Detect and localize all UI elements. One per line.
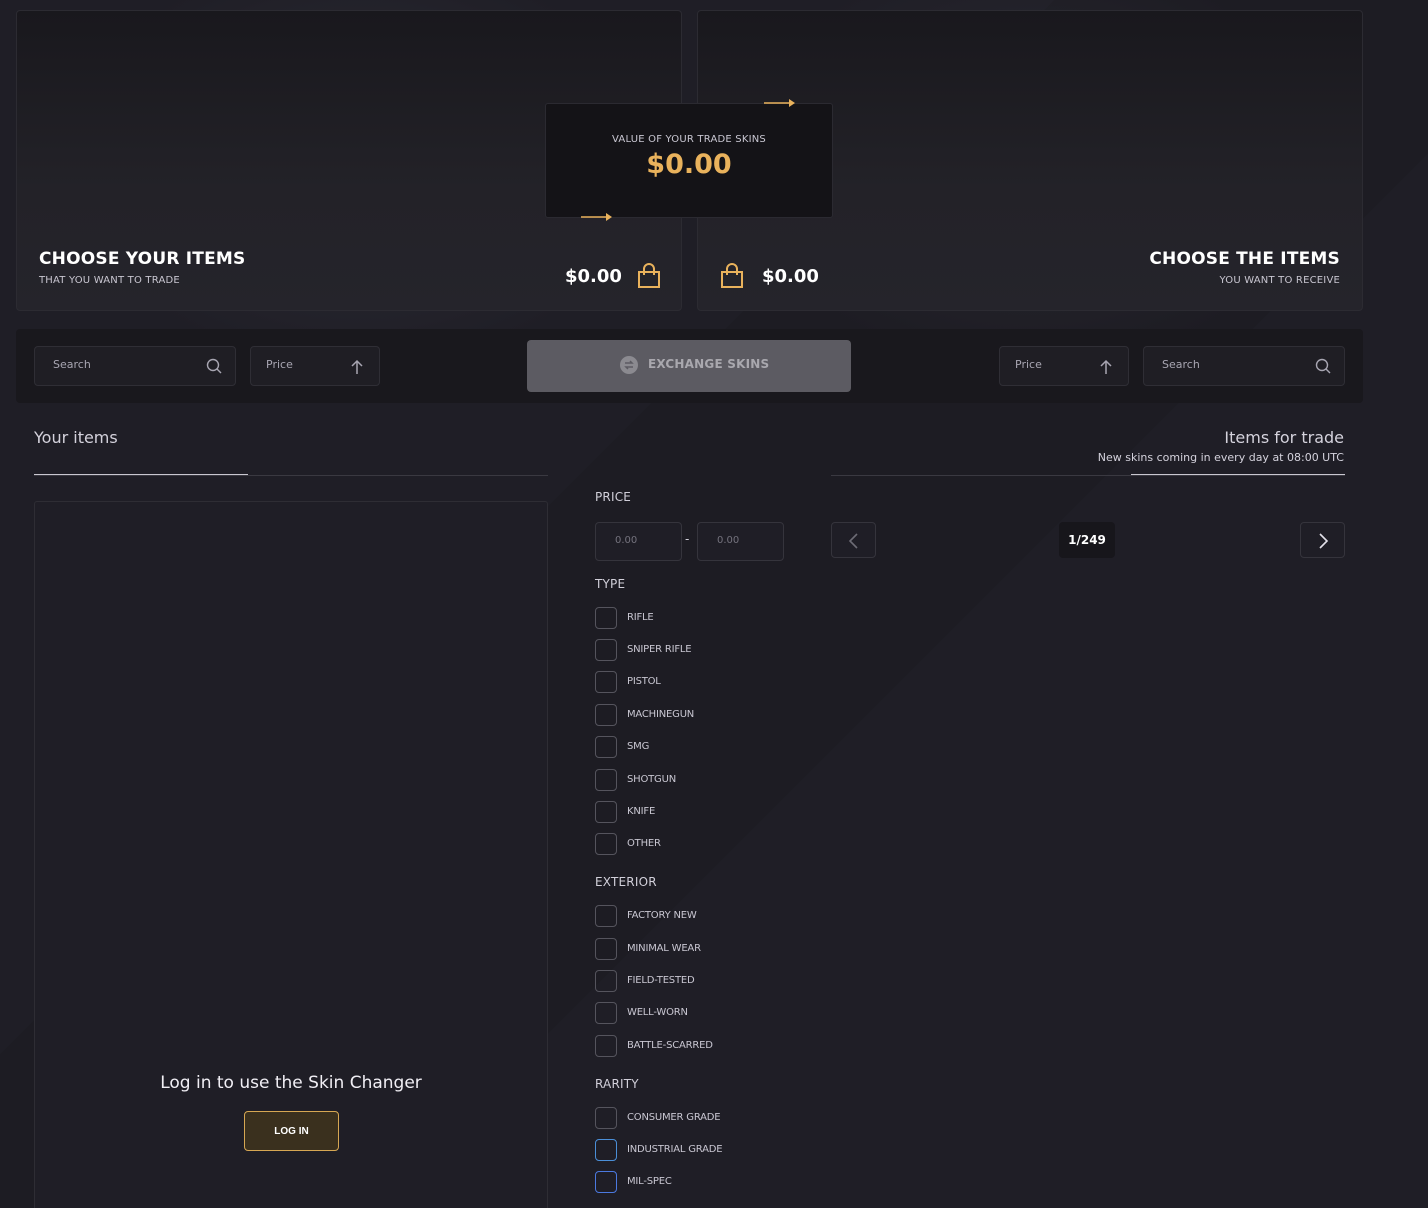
checkbox[interactable]	[595, 1139, 617, 1161]
items-for-trade-title: Items for trade	[1224, 428, 1344, 447]
rarity-filter-heading: RARITY	[595, 1077, 639, 1091]
right-price-label: Price	[1015, 358, 1042, 371]
exterior-option-label: BATTLE-SCARRED	[627, 1040, 713, 1051]
right-search-input[interactable]: Search	[1143, 346, 1345, 386]
your-items-title: Your items	[34, 428, 118, 447]
search-icon	[1315, 358, 1331, 374]
exterior-option-label: FACTORY NEW	[627, 910, 697, 921]
right-price-sort[interactable]: Price	[999, 346, 1129, 386]
left-price-label: Price	[266, 358, 293, 371]
panel-right-subtitle: YOU WANT TO RECEIVE	[1219, 275, 1340, 286]
trade-value-box: VALUE OF YOUR TRADE SKINS $0.00	[545, 103, 833, 218]
toolbar: Search Price EXCHANGE SKINS Price Search	[16, 329, 1363, 403]
price-min-placeholder: 0.00	[615, 535, 638, 546]
trade-value-label: VALUE OF YOUR TRADE SKINS	[612, 134, 766, 145]
search-icon	[206, 358, 222, 374]
price-separator: -	[685, 532, 690, 546]
panel-left-subtitle: THAT YOU WANT TO TRADE	[39, 275, 180, 286]
checkbox[interactable]	[595, 1107, 617, 1129]
checkbox[interactable]	[595, 970, 617, 992]
exchange-skins-label: EXCHANGE SKINS	[648, 357, 770, 371]
left-search-input[interactable]: Search	[34, 346, 236, 386]
arrow-up-icon	[1100, 359, 1112, 374]
type-option-label: SHOTGUN	[627, 774, 676, 785]
checkbox[interactable]	[595, 1171, 617, 1193]
exchange-icon	[620, 356, 638, 374]
type-option-label: SMG	[627, 741, 650, 752]
your-items-divider	[34, 475, 548, 476]
left-price-sort[interactable]: Price	[250, 346, 380, 386]
arrow-right-icon	[581, 213, 612, 221]
arrow-right-icon	[764, 99, 795, 107]
page-indicator: 1/249	[1059, 522, 1115, 558]
type-option-label: SNIPER RIFLE	[627, 644, 692, 655]
checkbox[interactable]	[595, 769, 617, 791]
checkbox[interactable]	[595, 801, 617, 823]
your-items-tab-indicator	[34, 474, 248, 475]
type-option-label: RIFLE	[627, 612, 654, 623]
panel-right-title: CHOOSE THE ITEMS	[1149, 249, 1340, 269]
rarity-option-label: CONSUMER GRADE	[627, 1112, 721, 1123]
items-for-trade-note: New skins coming in every day at 08:00 U…	[1097, 451, 1344, 464]
panel-right-amount: $0.00	[762, 266, 819, 287]
items-for-trade-tab-indicator	[1131, 474, 1345, 475]
price-filter-heading: PRICE	[595, 490, 632, 504]
checkbox[interactable]	[595, 736, 617, 758]
shopping-bag-icon	[721, 263, 743, 288]
exchange-skins-button[interactable]: EXCHANGE SKINS	[527, 340, 851, 392]
price-max-placeholder: 0.00	[717, 535, 740, 546]
checkbox[interactable]	[595, 938, 617, 960]
checkbox[interactable]	[595, 607, 617, 629]
inventory-box: Log in to use the Skin Changer LOG IN	[34, 501, 548, 1208]
rarity-option-label: INDUSTRIAL GRADE	[627, 1144, 723, 1155]
right-search-placeholder: Search	[1162, 358, 1200, 371]
prev-page-button[interactable]	[831, 522, 876, 558]
type-option-label: PISTOL	[627, 676, 661, 687]
type-filter-heading: TYPE	[595, 577, 626, 591]
checkbox[interactable]	[595, 905, 617, 927]
price-max-input[interactable]: 0.00	[697, 522, 784, 561]
type-option-label: OTHER	[627, 838, 661, 849]
panel-left-amount: $0.00	[565, 266, 622, 287]
items-for-trade-divider	[831, 475, 1345, 476]
checkbox[interactable]	[595, 639, 617, 661]
exterior-filter-heading: EXTERIOR	[595, 875, 657, 889]
chevron-right-icon	[1319, 533, 1329, 549]
checkbox[interactable]	[595, 704, 617, 726]
checkbox[interactable]	[595, 1035, 617, 1057]
shopping-bag-icon	[638, 263, 660, 288]
exterior-option-label: WELL-WORN	[627, 1007, 688, 1018]
next-page-button[interactable]	[1300, 522, 1345, 558]
exterior-option-label: FIELD-TESTED	[627, 975, 695, 986]
panel-left-title: CHOOSE YOUR ITEMS	[39, 249, 246, 269]
checkbox[interactable]	[595, 1002, 617, 1024]
checkbox[interactable]	[595, 671, 617, 693]
type-option-label: KNIFE	[627, 806, 656, 817]
trade-value-amount: $0.00	[646, 149, 732, 180]
login-button[interactable]: LOG IN	[244, 1111, 339, 1151]
checkbox[interactable]	[595, 833, 617, 855]
arrow-up-icon	[351, 359, 363, 374]
type-option-label: MACHINEGUN	[627, 709, 695, 720]
exterior-option-label: MINIMAL WEAR	[627, 943, 701, 954]
chevron-left-icon	[848, 533, 858, 549]
price-min-input[interactable]: 0.00	[595, 522, 682, 561]
login-message: Log in to use the Skin Changer	[160, 1073, 422, 1093]
left-search-placeholder: Search	[53, 358, 91, 371]
rarity-option-label: MIL-SPEC	[627, 1176, 672, 1187]
